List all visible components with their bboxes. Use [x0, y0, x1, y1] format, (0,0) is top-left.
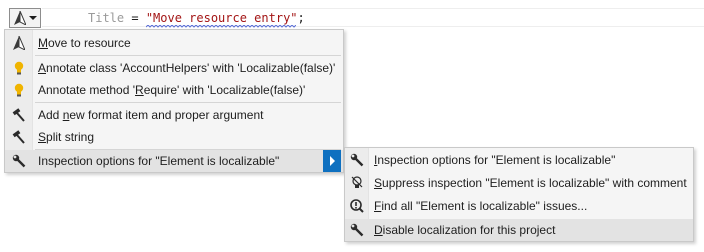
- menu-item-inspection-options[interactable]: Inspection options for "Element is local…: [5, 150, 343, 172]
- lightbulb-icon: [11, 60, 27, 76]
- resharper-triangle-icon: [11, 35, 27, 51]
- resharper-triangle-icon: [13, 11, 26, 25]
- code-property: Title: [88, 11, 125, 25]
- wrench-icon: [349, 222, 365, 238]
- menu-item-label: Move to resource: [38, 36, 131, 50]
- menu-item-label: Split string: [38, 130, 95, 144]
- menu-item-annotate-class[interactable]: Annotate class 'AccountHelpers' with 'Lo…: [5, 57, 343, 79]
- submenu-item-disable-localization[interactable]: Disable localization for this project: [345, 219, 693, 241]
- error-squiggle: [146, 25, 296, 28]
- code-line: Title = "Move resource entry";: [0, 8, 704, 28]
- inspection-submenu: Inspection options for "Element is local…: [344, 147, 694, 242]
- submenu-arrow-icon[interactable]: [323, 150, 341, 172]
- menu-item-label: Disable localization for this project: [374, 223, 556, 237]
- code-string: "Move resource entry": [145, 11, 298, 25]
- menu-item-label: Find all "Element is localizable" issues…: [374, 199, 588, 213]
- submenu-item-inspection-options[interactable]: Inspection options for "Element is local…: [345, 149, 693, 171]
- menu-separator: [35, 102, 341, 103]
- menu-item-split-string[interactable]: Split string: [5, 126, 343, 148]
- menu-item-label: Inspection options for "Element is local…: [38, 154, 280, 168]
- menu-item-move-to-resource[interactable]: Move to resource: [5, 32, 343, 54]
- menu-separator: [35, 55, 341, 56]
- code-semicolon: ;: [297, 11, 305, 25]
- code-equals: =: [124, 11, 146, 25]
- wrench-icon: [11, 153, 27, 169]
- menu-item-annotate-method[interactable]: Annotate method 'Require' with 'Localiza…: [5, 79, 343, 101]
- wrench-icon: [349, 152, 365, 168]
- menu-item-label: Annotate class 'AccountHelpers' with 'Lo…: [38, 61, 336, 75]
- action-indicator-button[interactable]: [9, 8, 41, 28]
- quick-actions-menu: Move to resource Annotate class 'Account…: [4, 29, 344, 173]
- menu-item-label: Annotate method 'Require' with 'Localiza…: [38, 83, 306, 97]
- find-issues-icon: [349, 198, 365, 214]
- hammer-icon: [11, 107, 27, 123]
- menu-item-label: Suppress inspection "Element is localiza…: [374, 176, 687, 190]
- menu-item-label: Inspection options for "Element is local…: [374, 153, 616, 167]
- code-text[interactable]: Title = "Move resource entry";: [88, 11, 305, 28]
- submenu-item-suppress-inspection[interactable]: Suppress inspection "Element is localiza…: [345, 172, 693, 194]
- menu-item-add-format-item[interactable]: Add new format item and proper argument: [5, 104, 343, 126]
- submenu-item-find-issues[interactable]: Find all "Element is localizable" issues…: [345, 195, 693, 217]
- lightbulb-icon: [11, 82, 27, 98]
- suppress-bulb-icon: [349, 175, 365, 191]
- chevron-down-icon: [28, 16, 37, 20]
- hammer-icon: [11, 129, 27, 145]
- menu-item-label: Add new format item and proper argument: [38, 108, 264, 122]
